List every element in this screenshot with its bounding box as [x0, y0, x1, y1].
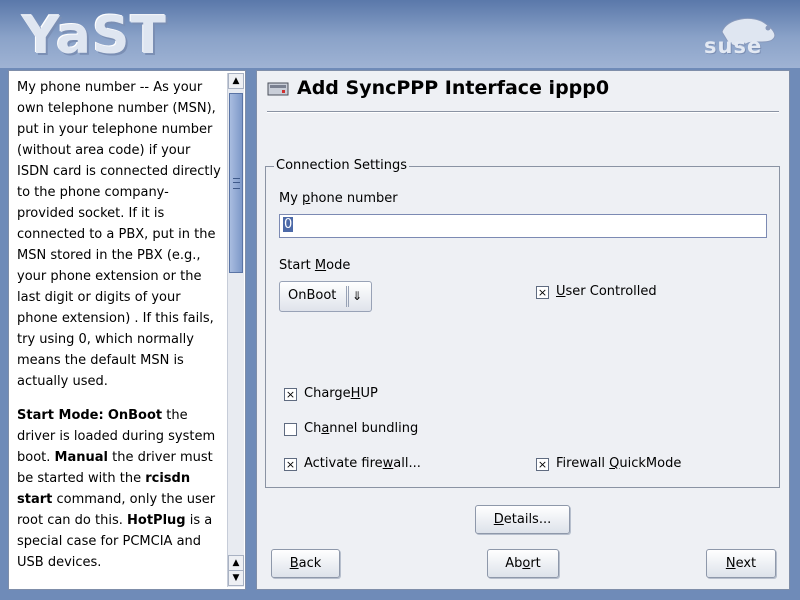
firewall-quickmode-label[interactable]: Firewall QuickMode	[556, 456, 681, 471]
yast-logo: YaST	[22, 6, 167, 66]
help-paragraph-start-mode: Start Mode: OnBoot the driver is loaded …	[17, 408, 216, 570]
start-mode-select[interactable]: OnBoot ⇓	[279, 281, 372, 312]
chargehup-label[interactable]: ChargeHUP	[304, 386, 378, 401]
start-mode-label: Start Mode	[279, 258, 351, 273]
help-panel: My phone number -- As your own telephone…	[8, 70, 246, 590]
next-button[interactable]: Next	[706, 549, 776, 578]
scrollbar-thumb[interactable]	[229, 93, 243, 273]
phone-number-value: 0	[283, 217, 294, 232]
dropdown-arrow-icon[interactable]: ⇓	[352, 289, 362, 303]
scroll-up-arrow-icon[interactable]: ▲	[228, 73, 244, 89]
chargehup-checkbox[interactable]: ×	[284, 388, 297, 401]
help-paragraph-phone: My phone number -- As your own telephone…	[17, 80, 221, 389]
abort-button[interactable]: Abort	[487, 549, 559, 578]
scroll-down-arrow-icon[interactable]: ▼	[228, 570, 244, 586]
channel-bundling-checkbox[interactable]	[284, 423, 297, 436]
suse-wordmark: suse	[704, 34, 763, 58]
phone-number-input[interactable]: 0	[279, 214, 767, 238]
back-button[interactable]: Back	[271, 549, 340, 578]
group-legend: Connection Settings	[274, 158, 410, 173]
phone-number-label: My phone number	[279, 191, 398, 206]
user-controlled-checkbox[interactable]: ×	[536, 286, 549, 299]
firewall-quickmode-checkbox[interactable]: ×	[536, 458, 549, 471]
activate-firewall-label[interactable]: Activate firewall...	[304, 456, 421, 471]
main-dialog: Add SyncPPP Interface ippp0 Connection S…	[256, 70, 790, 590]
help-scrollbar[interactable]: ▲ ▲ ▼	[227, 73, 244, 587]
user-controlled-label[interactable]: User Controlled	[556, 284, 657, 299]
top-banner: YaST suse	[0, 0, 800, 68]
activate-firewall-checkbox[interactable]: ×	[284, 458, 297, 471]
channel-bundling-label[interactable]: Channel bundling	[304, 421, 418, 436]
dialog-title: Add SyncPPP Interface ippp0	[297, 77, 610, 99]
title-divider	[267, 111, 779, 113]
details-button[interactable]: Details...	[475, 505, 570, 534]
connection-settings-group: Connection Settings My phone number 0 St…	[265, 158, 780, 488]
scroll-up-arrow-icon-lower[interactable]: ▲	[228, 555, 244, 571]
network-card-icon	[267, 82, 289, 96]
start-mode-value: OnBoot	[288, 288, 337, 303]
help-text: My phone number -- As your own telephone…	[17, 77, 223, 587]
